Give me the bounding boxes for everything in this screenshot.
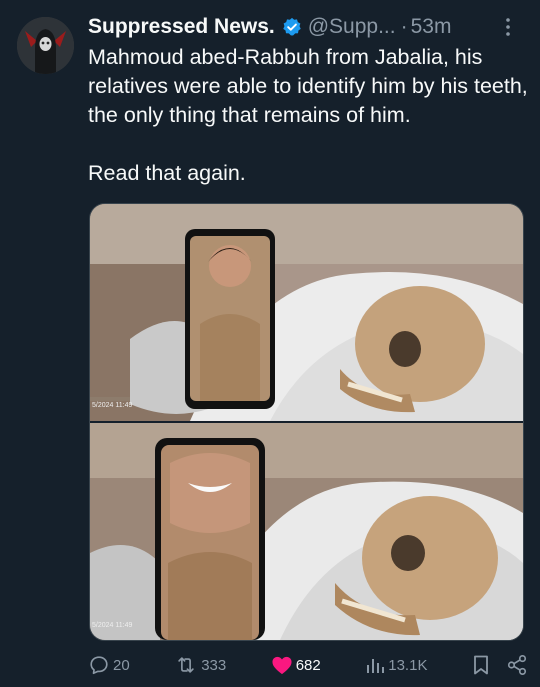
more-options-icon[interactable] bbox=[498, 15, 518, 39]
separator-dot: · bbox=[400, 15, 408, 38]
media-grid: 5/2024 11:49 5/2024 11:49 bbox=[89, 203, 524, 641]
share-group bbox=[472, 654, 528, 676]
avatar[interactable] bbox=[17, 17, 74, 74]
like-button[interactable]: 682 bbox=[271, 655, 321, 675]
bookmark-button[interactable] bbox=[472, 654, 490, 676]
repost-icon bbox=[178, 657, 194, 673]
action-bar: 20 333 682 13.1K bbox=[88, 652, 528, 678]
views-button[interactable]: 13.1K bbox=[365, 655, 427, 675]
tweet-text: Mahmoud abed-Rabbuh from Jabalia, his re… bbox=[88, 43, 533, 188]
author-handle[interactable]: @Supp... bbox=[308, 15, 396, 39]
reply-icon bbox=[90, 656, 108, 675]
bookmark-icon bbox=[474, 655, 488, 675]
photo-timestamp: 5/2024 11:49 bbox=[92, 402, 133, 409]
view-count: 13.1K bbox=[388, 656, 428, 674]
media-photo[interactable]: 5/2024 11:49 bbox=[90, 204, 523, 421]
tweet-header: Suppressed News. @Supp... · 53m bbox=[88, 12, 520, 42]
reply-count: 20 bbox=[113, 656, 130, 674]
repost-button[interactable]: 333 bbox=[174, 654, 226, 676]
reply-button[interactable]: 20 bbox=[88, 654, 130, 676]
verified-badge-icon bbox=[282, 17, 302, 37]
tweet-paragraph: Mahmoud abed-Rabbuh from Jabalia, his re… bbox=[88, 45, 528, 127]
share-button[interactable] bbox=[506, 654, 528, 676]
photo-timestamp: 5/2024 11:49 bbox=[92, 622, 133, 629]
like-count: 682 bbox=[295, 656, 321, 674]
tweet-timestamp[interactable]: 53m bbox=[411, 15, 452, 39]
media-photo[interactable]: 5/2024 11:49 bbox=[90, 423, 523, 640]
author-name[interactable]: Suppressed News. bbox=[88, 15, 275, 39]
heart-icon bbox=[272, 656, 292, 675]
views-chart-icon bbox=[367, 659, 385, 673]
share-icon bbox=[507, 655, 527, 675]
tweet-paragraph: Read that again. bbox=[88, 161, 246, 185]
repost-count: 333 bbox=[201, 656, 227, 674]
